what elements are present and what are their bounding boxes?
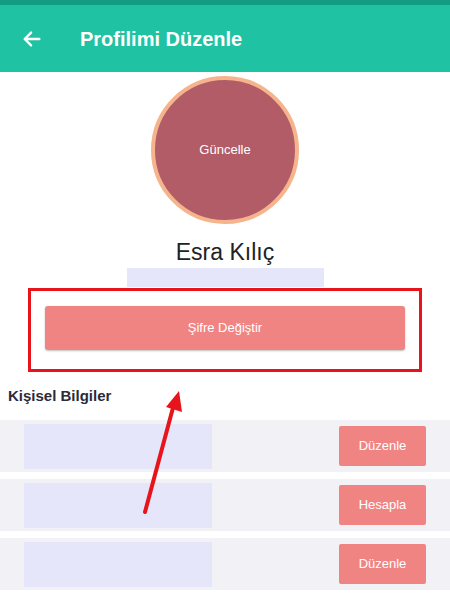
info-row: Düzenle — [0, 420, 450, 472]
info-row: Düzenle — [0, 538, 450, 590]
avatar[interactable]: Güncelle — [151, 76, 299, 224]
change-password-button[interactable]: Şifre Değiştir — [45, 306, 405, 350]
info-row: Hesapla — [0, 479, 450, 531]
update-photo-label[interactable]: Güncelle — [199, 140, 250, 160]
back-arrow-icon[interactable] — [12, 19, 52, 59]
row-button[interactable]: Düzenle — [339, 426, 426, 466]
redacted-field — [24, 542, 212, 587]
redacted-field — [127, 268, 324, 287]
row-button[interactable]: Düzenle — [339, 544, 426, 584]
user-name: Esra Kılıç — [0, 238, 450, 266]
annotation-arrow-icon — [0, 0, 450, 601]
top-bar: Profilimi Düzenle — [0, 0, 450, 72]
redacted-field — [24, 483, 212, 528]
page-title: Profilimi Düzenle — [80, 24, 242, 54]
row-button[interactable]: Hesapla — [339, 485, 426, 525]
section-title: Kişisel Bilgiler — [8, 386, 450, 406]
redacted-field — [24, 424, 212, 469]
highlight-box: Şifre Değiştir — [28, 288, 422, 372]
